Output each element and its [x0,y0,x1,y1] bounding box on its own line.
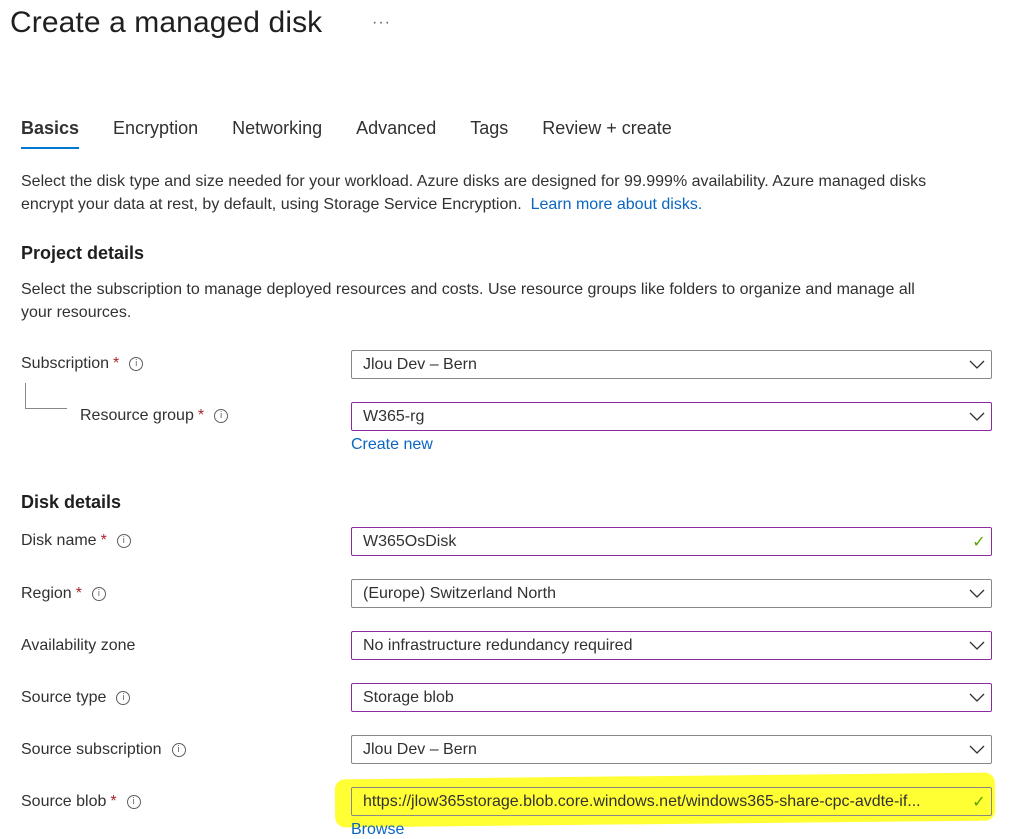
availability-zone-label-text: Availability zone [21,637,136,654]
region-value: (Europe) Switzerland North [363,584,556,602]
tab-basics[interactable]: Basics [21,118,80,149]
region-label-text: Region [21,585,72,602]
intro-text: Select the disk type and size needed for… [21,170,926,216]
info-icon[interactable]: i [91,587,106,601]
chevron-down-icon [963,360,991,369]
tree-connector [25,383,26,408]
chevron-down-icon [963,412,991,421]
intro-line: encrypt your data at rest, by default, u… [21,196,522,213]
chevron-down-icon [963,589,991,598]
learn-more-link[interactable]: Learn more about disks. [531,196,703,213]
source-type-label: Source type i [21,689,131,707]
info-icon[interactable]: i [126,795,141,809]
source-blob-value: https://jlow365storage.blob.core.windows… [363,792,921,810]
disk-name-value: W365OsDisk [363,532,457,550]
source-type-select[interactable]: Storage blob [351,683,992,712]
checkmark-icon: ✓ [972,793,986,811]
source-type-value: Storage blob [363,688,454,706]
tab-tags[interactable]: Tags [470,118,508,149]
availability-zone-label: Availability zone [21,637,135,655]
tree-connector [25,408,67,409]
required-marker: * [75,585,82,602]
availability-zone-select[interactable]: No infrastructure redundancy required [351,631,992,660]
resource-group-select[interactable]: W365-rg [351,402,992,431]
resource-group-value: W365-rg [363,407,425,425]
intro-line: Select the disk type and size needed for… [21,173,927,190]
source-subscription-label: Source subscription i [21,741,186,759]
subscription-value: Jlou Dev – Bern [363,355,477,373]
subscription-label: Subscription * i [21,355,144,373]
info-icon[interactable]: i [129,357,144,371]
info-icon[interactable]: i [171,743,186,757]
resource-group-label-text: Resource group [80,407,194,424]
project-desc-line: Select the subscription to manage deploy… [21,281,915,298]
chevron-down-icon [963,745,991,754]
region-label: Region * i [21,585,106,603]
subscription-select[interactable]: Jlou Dev – Bern [351,350,992,379]
disk-name-label-text: Disk name [21,532,97,549]
chevron-down-icon [963,641,991,650]
checkmark-icon: ✓ [972,533,986,551]
chevron-down-icon [963,693,991,702]
create-new-link[interactable]: Create new [351,436,433,454]
required-marker: * [100,532,107,549]
info-icon[interactable]: i [116,691,131,705]
source-blob-label: Source blob * i [21,793,141,811]
project-description: Select the subscription to manage deploy… [21,278,915,324]
subscription-label-text: Subscription [21,355,110,372]
required-marker: * [110,793,117,810]
tab-networking[interactable]: Networking [232,118,322,149]
disk-details-heading: Disk details [21,492,122,512]
more-options-icon[interactable]: ··· [372,14,391,32]
region-select[interactable]: (Europe) Switzerland North [351,579,992,608]
source-subscription-value: Jlou Dev – Bern [363,740,477,758]
availability-zone-value: No infrastructure redundancy required [363,636,633,654]
tab-advanced[interactable]: Advanced [356,118,436,149]
required-marker: * [113,355,120,372]
tab-bar: Basics Encryption Networking Advanced Ta… [21,118,706,149]
disk-name-input[interactable]: W365OsDisk ✓ [351,527,992,556]
source-subscription-select[interactable]: Jlou Dev – Bern [351,735,992,764]
source-subscription-label-text: Source subscription [21,741,162,758]
source-blob-label-text: Source blob [21,793,107,810]
tab-review-create[interactable]: Review + create [542,118,672,149]
required-marker: * [197,407,205,424]
info-icon[interactable]: i [116,534,131,548]
tab-encryption[interactable]: Encryption [113,118,198,149]
info-icon[interactable]: i [214,409,229,423]
project-details-heading: Project details [21,243,145,263]
page-title: Create a managed disk [10,6,323,39]
browse-link[interactable]: Browse [351,821,404,839]
source-type-label-text: Source type [21,689,107,706]
disk-name-label: Disk name * i [21,532,131,550]
project-desc-line: your resources. [21,304,132,321]
source-blob-input[interactable]: https://jlow365storage.blob.core.windows… [351,787,992,816]
resource-group-label: Resource group * i [80,407,229,425]
